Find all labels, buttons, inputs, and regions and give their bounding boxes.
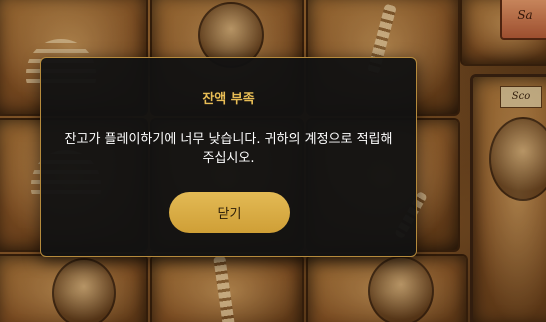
insufficient-balance-dialog: 잔액 부족 잔고가 플레이하기에 너무 낮습니다. 귀하의 계정으로 적립해 주… (40, 57, 417, 257)
game-board: Sa Sco 잔액 부족 잔고가 플레이하기에 너무 낮습니다. 귀하의 계정으… (0, 0, 546, 322)
dialog-message: 잔고가 플레이하기에 너무 낮습니다. 귀하의 계정으로 적립해 주십시오. (64, 132, 393, 166)
close-button[interactable]: 닫기 (169, 192, 290, 233)
dialog-title: 잔액 부족 (202, 92, 255, 107)
